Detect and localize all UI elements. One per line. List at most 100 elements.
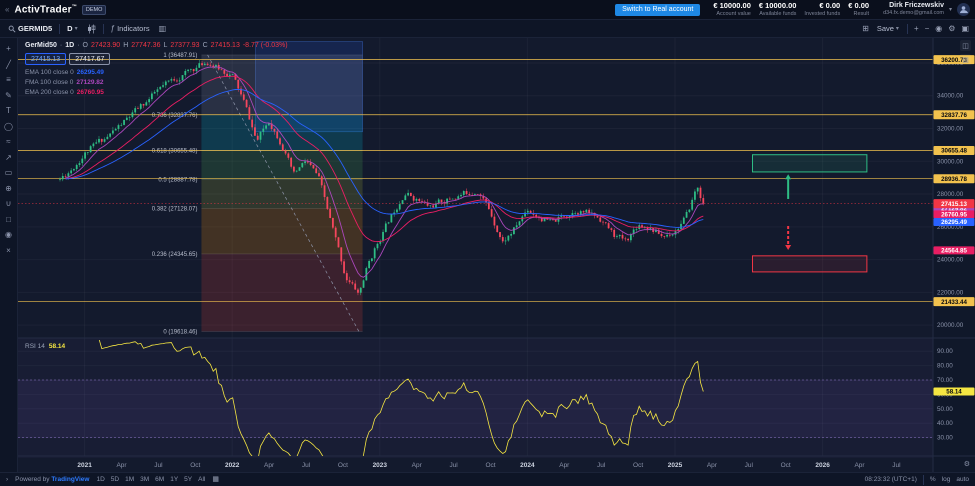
svg-text:70.00: 70.00 [937,377,953,384]
svg-text:50.00: 50.00 [937,406,953,413]
range-5d[interactable]: 5D [111,476,119,483]
calendar-icon[interactable]: ▦ [212,476,219,483]
legend-o-value: 27423.90 [91,42,121,49]
svg-text:Jul: Jul [892,462,901,469]
svg-text:Apr: Apr [854,462,865,469]
legend-interval: 1D [65,42,75,49]
panel-toggle-icon[interactable]: ◫ [960,40,971,51]
timescale-settings-icon[interactable]: ⚙ [964,460,970,468]
pattern-tool[interactable]: ≈ [1,134,16,150]
crosshair-tool[interactable]: + [1,41,16,57]
rsi-legend[interactable]: RSI 14 58.14 [25,343,65,350]
svg-text:21433.44: 21433.44 [941,299,967,306]
powered-prefix: Powered by [15,476,50,483]
chevron-down-icon: ▾ [74,26,78,32]
chart-area: 1 (36487.91) 0.786 (32837.76) 0.618 (30655… [18,38,975,472]
auto-scale-toggle[interactable]: auto [956,476,969,483]
svg-text:22000.00: 22000.00 [937,289,964,296]
legend-c-label: C [202,42,208,49]
candlestick-icon [87,24,95,33]
text-tool[interactable]: T [1,103,16,119]
svg-text:0.382 (27128.07): 0.382 (27128.07) [152,206,198,212]
side-panel-toggles: ◫ ▤ [960,40,971,65]
svg-text:30.00: 30.00 [937,435,953,442]
svg-text:27415.13: 27415.13 [941,201,967,208]
indicator-legend: EMA 100 close 0 26295.49 FMA 100 close 0 27… [25,69,104,97]
legend-l-value: 27377.93 [170,42,200,49]
forecast-tool[interactable]: ↗ [1,150,16,166]
account-metrics: € 10000.00 Account value € 10000.00 Availab… [705,1,869,17]
eye-tool[interactable]: ◉ [1,227,16,243]
svg-text:32837.76: 32837.76 [941,112,967,119]
price-chart-canvas[interactable]: 1 (36487.91) 0.786 (32837.76) 0.618 (30655… [18,38,975,472]
ma-legend-row[interactable]: FMA 100 close 0 27129.82 [25,79,104,87]
buy-quote-button[interactable]: 27417.67 [69,53,111,65]
shapes-tool[interactable]: ◯ [1,119,16,135]
trash-tool[interactable]: × [1,243,16,259]
range-3m[interactable]: 3M [140,476,149,483]
user-menu-caret-icon[interactable]: ▾ [949,6,952,13]
bottom-bar: › Powered by TradingView 1D 5D 1M 3M 6M 1Y 5Y A… [0,472,975,486]
ma-legend-row[interactable]: EMA 100 close 0 26295.49 [25,69,104,77]
indicators-label: Indicators [117,24,150,33]
separator [102,23,104,34]
trendline-tool[interactable]: ╱ [1,57,16,73]
quick-panel-icon[interactable]: › [6,476,8,483]
range-1d[interactable]: 1D [96,476,104,483]
range-1m[interactable]: 1M [125,476,134,483]
zoom-in-icon[interactable]: + [914,24,919,33]
magnet-tool[interactable]: ∪ [1,196,16,212]
brush-tool[interactable]: ✎ [1,88,16,104]
interval-value: D [67,24,73,33]
collapse-menu-icon[interactable]: « [5,5,9,14]
interval-selector[interactable]: D ▾ [65,23,79,34]
watchlist-toggle-icon[interactable]: ▤ [960,54,971,65]
settings-icon[interactable]: ⚙ [948,24,955,33]
range-all[interactable]: All [198,476,205,483]
user-info[interactable]: Dirk Friczewskiv d34.fx.demo@gmail.com [883,2,944,16]
user-avatar[interactable] [957,3,970,16]
measure-tool[interactable]: ▭ [1,165,16,181]
chart-legend[interactable]: GerMid50 · 1D · O 27423.90 H 27747.36 L 273… [25,42,288,49]
clock[interactable]: 08:23:32 (UTC+1) [865,476,917,483]
templates-icon[interactable]: ⊞ [862,24,869,33]
symbol-search[interactable]: GERMID5 [6,23,54,34]
lock-tool[interactable]: □ [1,212,16,228]
tradingview-brand: TradingView [51,476,90,483]
zoom-tool[interactable]: ⊕ [1,181,16,197]
logo-tm: ™ [71,3,77,10]
fib-retracement-tool[interactable]: ≡ [1,72,16,88]
svg-text:0.236 (24345.65): 0.236 (24345.65) [152,252,198,258]
ma-legend-row[interactable]: EMA 200 close 0 26760.95 [25,89,104,97]
legend-symbol: GerMid50 [25,42,57,49]
rsi-value: 58.14 [48,343,66,350]
legend-o-label: O [82,42,88,49]
range-6m[interactable]: 6M [155,476,164,483]
range-1y[interactable]: 1Y [170,476,178,483]
log-scale-toggle[interactable]: log [942,476,951,483]
switch-to-real-button[interactable]: Switch to Real account [615,3,701,16]
legend-sep: · [77,42,80,49]
svg-text:1 (36487.91): 1 (36487.91) [163,53,197,59]
zoom-out-icon[interactable]: − [925,24,930,33]
svg-text:Oct: Oct [338,462,348,469]
svg-text:28936.78: 28936.78 [941,176,967,183]
screenshot-icon[interactable]: ◉ [935,24,942,33]
svg-text:90.00: 90.00 [937,348,953,355]
svg-text:Apr: Apr [116,462,127,469]
chevron-down-icon: ▾ [895,26,899,32]
svg-text:Jul: Jul [449,462,458,469]
account-metric: € 10000.00 Account value [713,1,751,17]
percent-scale-toggle[interactable]: % [930,476,936,483]
fullscreen-icon[interactable]: ▣ [961,24,969,33]
svg-text:40.00: 40.00 [937,420,953,427]
save-layout-button[interactable]: Save ▾ [875,23,901,34]
chart-type-button[interactable] [85,23,98,35]
layout-grid-button[interactable]: ▥ [157,24,169,34]
indicators-button[interactable]: ƒ Indicators [109,23,152,34]
powered-by[interactable]: Powered by TradingView [15,476,89,483]
separator [906,23,908,34]
sell-quote-button[interactable]: 27415.13 [25,53,67,65]
range-5y[interactable]: 5Y [184,476,192,483]
range-switcher: 1D 5D 1M 3M 6M 1Y 5Y All [96,476,205,483]
